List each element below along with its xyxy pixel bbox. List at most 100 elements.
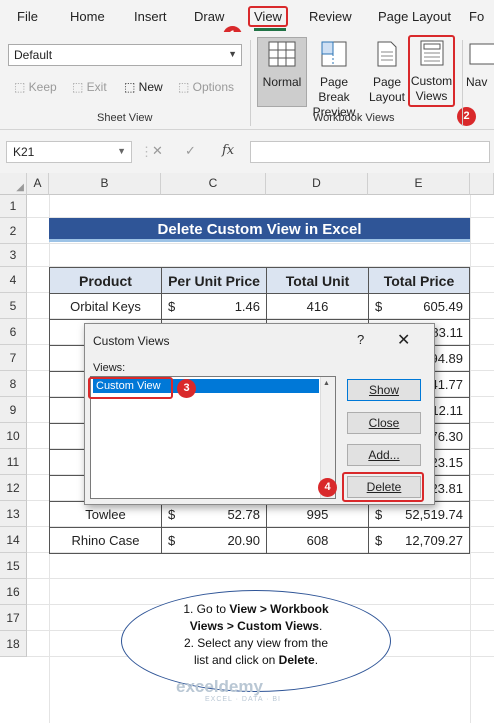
tab-insert[interactable]: Insert: [134, 9, 167, 24]
total-price-value: 12,709.27: [405, 533, 463, 548]
row-header-5[interactable]: 5: [0, 293, 27, 319]
row-header-18[interactable]: 18: [0, 631, 27, 657]
sheet-view-select-value: Default: [14, 48, 53, 62]
options-icon: ⬚: [178, 80, 193, 94]
page-break-preview-button[interactable]: Page Break Preview: [305, 38, 363, 119]
gridline: [27, 243, 494, 244]
row-header-8[interactable]: 8: [0, 371, 27, 397]
row-header-1[interactable]: 1: [0, 195, 27, 218]
unit-price-value: 52.78: [227, 507, 260, 522]
new-sheet-view-button[interactable]: ⬚ New: [124, 80, 163, 94]
total-unit-cell[interactable]: 416: [266, 293, 369, 320]
scroll-up-icon[interactable]: ▲: [323, 380, 330, 387]
tab-file[interactable]: File: [17, 9, 38, 24]
chevron-down-icon: ▼: [228, 49, 237, 59]
selected-view-highlight: [88, 377, 173, 399]
total-price-value: 23.81: [430, 481, 463, 496]
product-cell[interactable]: Orbital Keys: [49, 293, 162, 320]
insert-function-icon[interactable]: fx: [222, 143, 234, 158]
tab-home[interactable]: Home: [70, 9, 105, 24]
column-header-a[interactable]: A: [27, 173, 49, 195]
total-unit-cell[interactable]: 608: [266, 527, 369, 554]
row-header-4[interactable]: 4: [0, 267, 27, 293]
currency-symbol: $: [168, 507, 176, 522]
normal-view-icon: [268, 41, 296, 67]
row-header-15[interactable]: 15: [0, 553, 27, 579]
new-label: New: [138, 80, 163, 94]
column-header-f[interactable]: [470, 173, 494, 195]
page-layout-view-button[interactable]: Page Layout: [364, 38, 410, 108]
formula-input[interactable]: [250, 141, 490, 163]
header-total-unit[interactable]: Total Unit: [266, 267, 369, 294]
header-total-price[interactable]: Total Price: [368, 267, 470, 294]
options-label: Options: [192, 80, 235, 94]
row-header-7[interactable]: 7: [0, 345, 27, 371]
gridline: [470, 195, 471, 723]
column-header-c[interactable]: C: [161, 173, 266, 195]
row-header-17[interactable]: 17: [0, 605, 27, 631]
product-cell[interactable]: Towlee: [49, 501, 162, 528]
unit-price-cell[interactable]: $1.46: [161, 293, 267, 320]
row-header-2[interactable]: 2: [0, 218, 27, 244]
row-header-6[interactable]: 6: [0, 319, 27, 345]
sheet-view-select[interactable]: Default ▼: [8, 44, 242, 66]
row-header-9[interactable]: 9: [0, 397, 27, 423]
unit-price-value: 1.46: [234, 299, 260, 314]
keep-icon: ⬚: [14, 80, 29, 94]
header-product[interactable]: Product: [49, 267, 162, 294]
total-price-cell[interactable]: $605.49: [368, 293, 470, 320]
row-header-13[interactable]: 13: [0, 501, 27, 527]
navigation-icon: [469, 43, 494, 65]
name-box-value: K21: [13, 145, 35, 159]
column-header-e[interactable]: E: [368, 173, 470, 195]
tab-draw[interactable]: Draw: [194, 9, 224, 24]
table-row: Rhino Case $20.90 608 $12,709.27: [49, 527, 470, 554]
tab-view[interactable]: View: [248, 6, 288, 27]
custom-views-button[interactable]: Custom Views: [408, 35, 455, 107]
page-layout-label-1: Page: [372, 75, 402, 89]
total-price-cell[interactable]: $12,709.27: [368, 527, 470, 554]
row-header-3[interactable]: 3: [0, 244, 27, 267]
table-row: Towlee $52.78 995 $52,519.74: [49, 501, 470, 528]
total-unit-cell[interactable]: 995: [266, 501, 369, 528]
product-cell[interactable]: Rhino Case: [49, 527, 162, 554]
tab-formulas[interactable]: Fo: [469, 9, 484, 24]
options-button[interactable]: ⬚ Options: [178, 80, 234, 94]
close-icon[interactable]: ✕: [397, 330, 410, 350]
chevron-down-icon[interactable]: ▼: [117, 146, 126, 156]
exit-button[interactable]: ⬚ Exit: [72, 80, 107, 94]
navigation-button[interactable]: Nav: [466, 38, 494, 108]
keep-button[interactable]: ⬚ Keep: [14, 80, 57, 94]
row-header-10[interactable]: 10: [0, 423, 27, 449]
instruction-line-1: 1. Go to View > Workbook: [183, 602, 329, 616]
unit-price-cell[interactable]: $20.90: [161, 527, 267, 554]
currency-symbol: $: [375, 507, 383, 522]
select-all-corner[interactable]: ◢: [0, 173, 27, 195]
navigation-label: Nav: [466, 75, 488, 89]
currency-symbol: $: [168, 299, 176, 314]
show-button[interactable]: Show: [347, 379, 421, 401]
row-header-16[interactable]: 16: [0, 579, 27, 605]
add-button[interactable]: Add...: [347, 444, 421, 466]
help-icon[interactable]: ?: [357, 332, 364, 347]
formula-buttons: ⋮ ✕ ✓ fx: [140, 141, 246, 163]
cancel-icon[interactable]: ✕: [152, 143, 163, 159]
total-price-cell[interactable]: $52,519.74: [368, 501, 470, 528]
name-box[interactable]: K21 ▼: [6, 141, 132, 163]
normal-view-button[interactable]: Normal: [257, 37, 307, 107]
tab-page-layout[interactable]: Page Layout: [378, 9, 451, 24]
currency-symbol: $: [375, 533, 383, 548]
step-badge-3: 3: [177, 379, 196, 398]
active-tab-indicator: [254, 28, 286, 31]
close-button[interactable]: Close: [347, 412, 421, 434]
enter-icon[interactable]: ✓: [185, 143, 196, 159]
row-header-12[interactable]: 12: [0, 475, 27, 501]
header-per-unit-price[interactable]: Per Unit Price: [161, 267, 267, 294]
unit-price-cell[interactable]: $52.78: [161, 501, 267, 528]
watermark-tagline: EXCEL · DATA · BI: [205, 696, 281, 703]
tab-review[interactable]: Review: [309, 9, 352, 24]
row-header-14[interactable]: 14: [0, 527, 27, 553]
row-header-11[interactable]: 11: [0, 449, 27, 475]
column-header-d[interactable]: D: [266, 173, 368, 195]
column-header-b[interactable]: B: [49, 173, 161, 195]
